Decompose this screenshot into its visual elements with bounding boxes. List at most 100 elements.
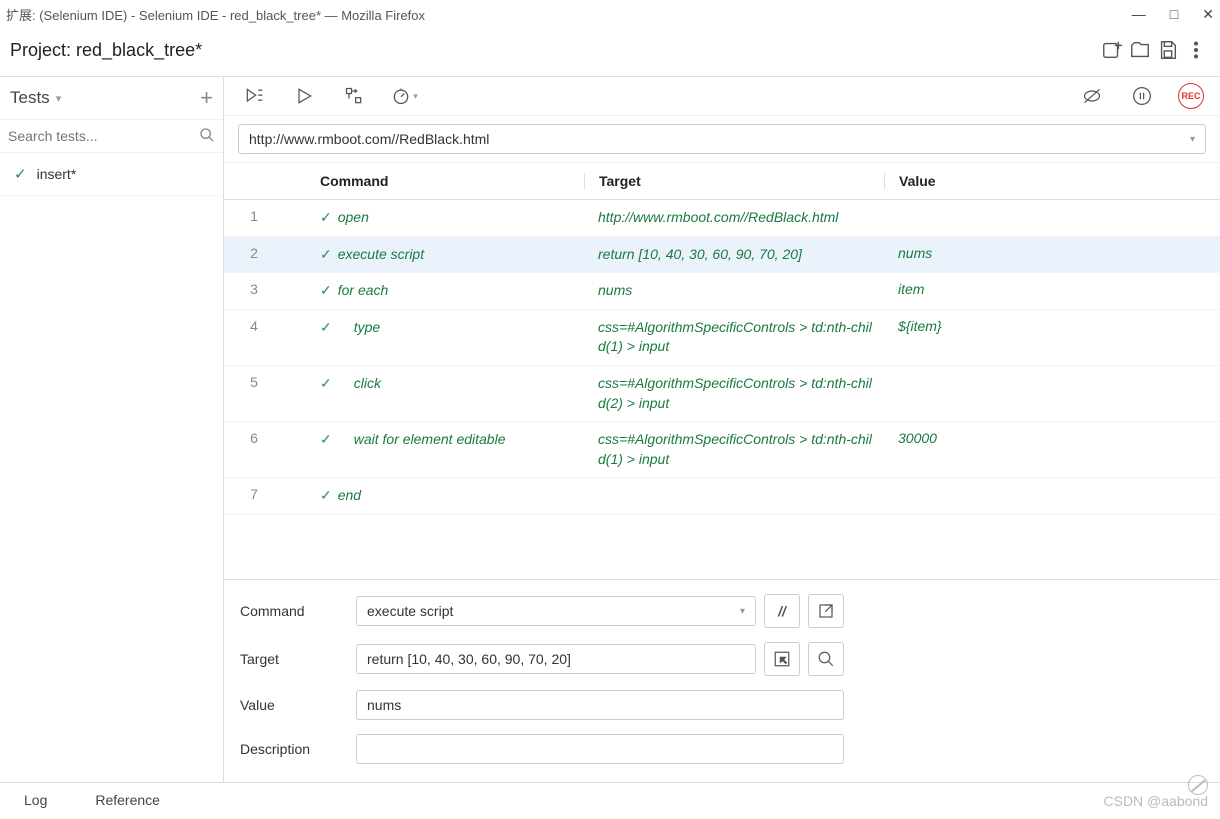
tab-reference[interactable]: Reference [95, 792, 160, 810]
row-target: css=#AlgorithmSpecificControls > td:nth-… [584, 318, 884, 357]
row-number: 7 [224, 486, 284, 506]
minimize-icon[interactable]: — [1132, 6, 1146, 23]
window-controls: — □ ✕ [1132, 6, 1214, 23]
row-target: nums [584, 281, 884, 301]
table-header: Command Target Value [224, 163, 1220, 200]
add-test-icon[interactable]: + [200, 85, 213, 111]
step-over-icon[interactable] [340, 84, 368, 108]
check-icon: ✓ [320, 281, 332, 301]
table-row[interactable]: 1✓ openhttp://www.rmboot.com//RedBlack.h… [224, 200, 1220, 237]
project-label: Project: red_black_tree* [10, 40, 202, 61]
tab-log[interactable]: Log [24, 792, 47, 810]
detail-description-label: Description [240, 741, 356, 757]
row-target: return [10, 40, 30, 60, 90, 70, 20] [584, 245, 884, 265]
row-number: 5 [224, 374, 284, 413]
sidebar: Tests ▾ + ✓ insert* [0, 77, 224, 786]
search-input[interactable] [8, 124, 199, 148]
run-current-icon[interactable] [290, 84, 318, 108]
detail-value-label: Value [240, 697, 356, 713]
detail-target-input[interactable] [356, 644, 756, 674]
toggle-comment-button[interactable]: // [764, 594, 800, 628]
save-icon[interactable] [1154, 36, 1182, 64]
open-folder-icon[interactable] [1126, 36, 1154, 64]
row-number: 3 [224, 281, 284, 301]
record-button[interactable]: REC [1178, 83, 1204, 109]
row-target: http://www.rmboot.com//RedBlack.html [584, 208, 884, 228]
detail-command-label: Command [240, 603, 356, 619]
search-icon[interactable] [199, 127, 215, 146]
pause-icon[interactable] [1128, 84, 1156, 108]
base-url-input[interactable]: http://www.rmboot.com//RedBlack.html ▾ [238, 124, 1206, 154]
command-detail: Command execute script ▾ // Target Value… [224, 579, 1220, 786]
open-reference-button[interactable] [808, 594, 844, 628]
check-icon: ✓ [320, 245, 332, 265]
row-command: ✓ type [284, 318, 584, 357]
project-bar: Project: red_black_tree* [0, 28, 1220, 76]
base-url-text: http://www.rmboot.com//RedBlack.html [249, 131, 489, 147]
row-value [884, 374, 1220, 413]
row-target [584, 486, 884, 506]
row-number: 1 [224, 208, 284, 228]
row-value: nums [884, 245, 1220, 265]
row-value: 30000 [884, 430, 1220, 469]
close-icon[interactable]: ✕ [1202, 6, 1214, 23]
detail-description-input[interactable] [356, 734, 844, 764]
select-target-button[interactable] [764, 642, 800, 676]
col-command: Command [284, 173, 584, 189]
table-row[interactable]: 3✓ for eachnumsitem [224, 273, 1220, 310]
row-value [884, 208, 1220, 228]
toolbar: ▾ REC [224, 77, 1220, 116]
row-command: ✓ click [284, 374, 584, 413]
table-row[interactable]: 7✓ end [224, 478, 1220, 515]
table-row[interactable]: 4✓ typecss=#AlgorithmSpecificControls > … [224, 310, 1220, 366]
row-command: ✓ open [284, 208, 584, 228]
table-row[interactable]: 5✓ clickcss=#AlgorithmSpecificControls >… [224, 366, 1220, 422]
row-number: 4 [224, 318, 284, 357]
chevron-down-icon: ▾ [56, 92, 62, 105]
detail-command-select[interactable]: execute script ▾ [356, 596, 756, 626]
speed-icon[interactable]: ▾ [390, 84, 418, 108]
command-table: Command Target Value 1✓ openhttp://www.r… [224, 163, 1220, 579]
detail-target-label: Target [240, 651, 356, 667]
row-number: 2 [224, 245, 284, 265]
url-row: http://www.rmboot.com//RedBlack.html ▾ [224, 116, 1220, 163]
row-value: item [884, 281, 1220, 301]
check-icon: ✓ [320, 208, 332, 228]
row-command: ✓ for each [284, 281, 584, 301]
row-command: ✓ execute script [284, 245, 584, 265]
check-icon: ✓ [320, 374, 332, 394]
tests-label: Tests [10, 88, 50, 108]
footer-tabs: Log Reference [0, 782, 1220, 819]
no-entry-icon [1188, 775, 1208, 795]
row-value: ${item} [884, 318, 1220, 357]
chevron-down-icon: ▾ [740, 606, 745, 617]
row-target: css=#AlgorithmSpecificControls > td:nth-… [584, 374, 884, 413]
test-item-insert[interactable]: ✓ insert* [0, 153, 223, 196]
check-icon: ✓ [320, 486, 332, 506]
check-icon: ✓ [320, 430, 332, 450]
maximize-icon[interactable]: □ [1170, 6, 1178, 23]
window-title: 扩展: (Selenium IDE) - Selenium IDE - red_… [6, 5, 1132, 24]
test-item-label: insert* [37, 166, 77, 182]
col-value: Value [884, 173, 1220, 189]
row-number: 6 [224, 430, 284, 469]
check-icon: ✓ [320, 318, 332, 338]
tests-header[interactable]: Tests ▾ + [0, 77, 223, 120]
detail-value-input[interactable] [356, 690, 844, 720]
search-row [0, 120, 223, 153]
col-target: Target [584, 173, 884, 189]
disable-breakpoints-icon[interactable] [1078, 84, 1106, 108]
check-icon: ✓ [14, 165, 27, 183]
row-target: css=#AlgorithmSpecificControls > td:nth-… [584, 430, 884, 469]
table-row[interactable]: 2✓ execute scriptreturn [10, 40, 30, 60,… [224, 237, 1220, 274]
row-command: ✓ end [284, 486, 584, 506]
find-target-button[interactable] [808, 642, 844, 676]
run-all-icon[interactable] [240, 84, 268, 108]
window-titlebar: 扩展: (Selenium IDE) - Selenium IDE - red_… [0, 0, 1220, 28]
chevron-down-icon: ▾ [1190, 134, 1195, 145]
row-command: ✓ wait for element editable [284, 430, 584, 469]
table-row[interactable]: 6✓ wait for element editablecss=#Algorit… [224, 422, 1220, 478]
more-menu-icon[interactable] [1182, 36, 1210, 64]
watermark: CSDN @aabond [1104, 793, 1209, 809]
new-project-icon[interactable] [1098, 36, 1126, 64]
